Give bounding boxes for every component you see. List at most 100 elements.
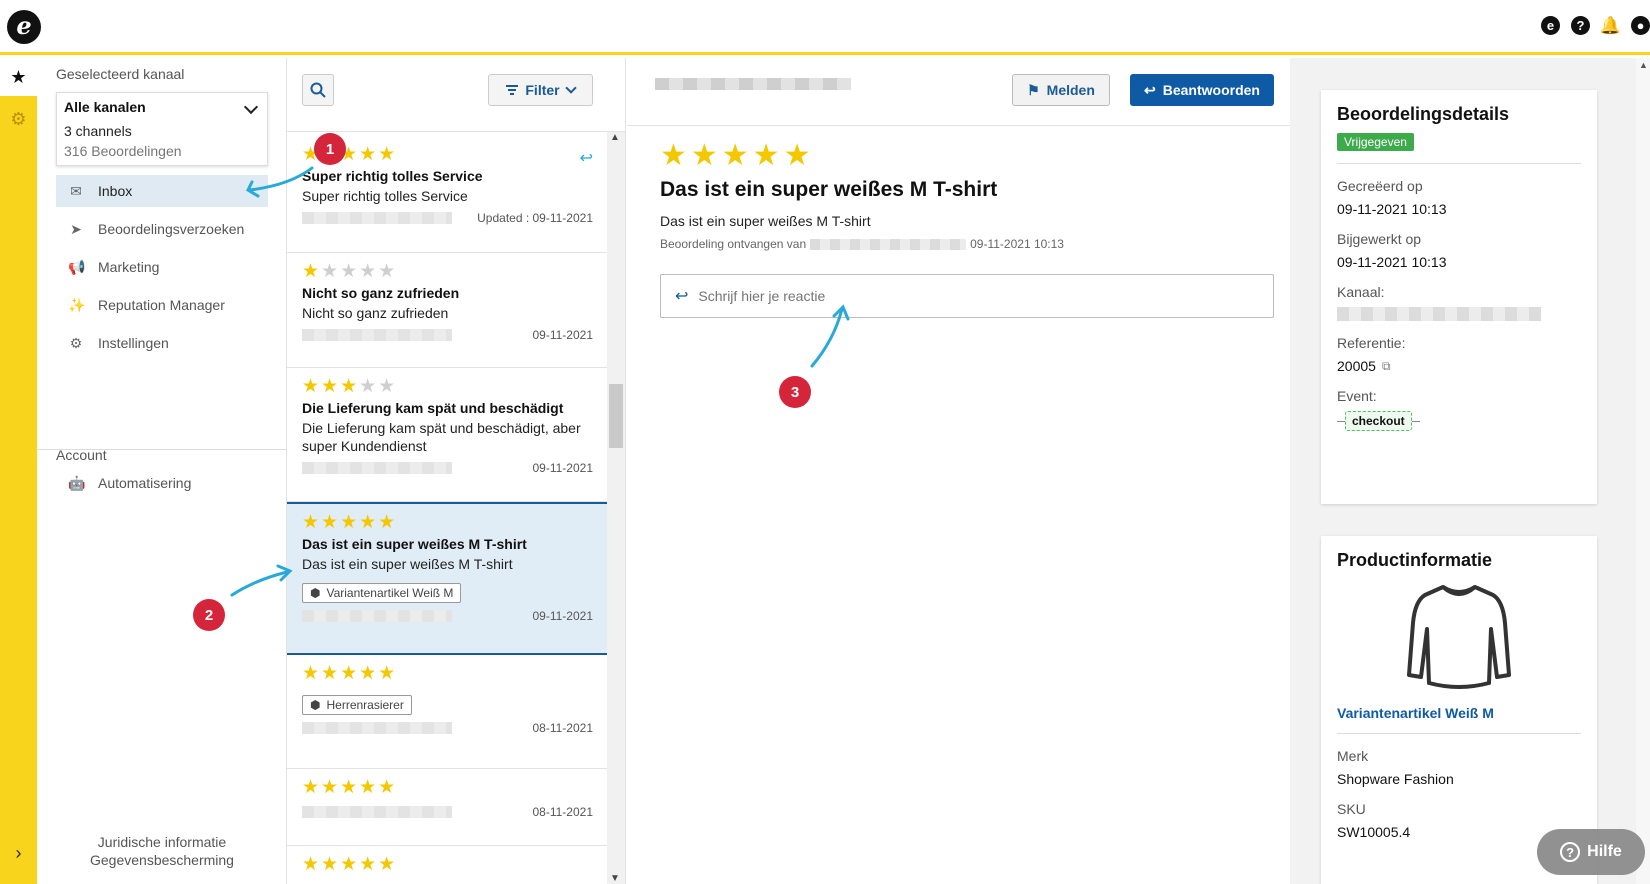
sidebar-item-marketing[interactable]: 📢 Marketing [56, 251, 268, 283]
send-icon: ➤ [70, 220, 82, 237]
etrusted-logo[interactable]: e [7, 10, 41, 44]
tag-label: Variantenartikel Weiß M [326, 586, 454, 600]
details-panel: Beoordelingsdetails Vrijgegeven Gecreëer… [1290, 58, 1650, 884]
star-rating: ★★★★★ [302, 512, 398, 533]
star-rating: ★★★★★ [302, 261, 398, 282]
review-card[interactable]: ★★★★★ [287, 846, 608, 884]
review-title: Das ist ein super weißes M T-shirt [302, 536, 527, 552]
reviewer-blurred [302, 462, 452, 474]
divider [1337, 733, 1581, 734]
card-title: Productinformatie [1337, 550, 1493, 570]
scroll-up-icon[interactable]: ▲ [1639, 60, 1648, 70]
review-card[interactable]: ★★★★★ ⬢ Herrenrasierer 08-11-2021 [287, 655, 608, 769]
gear-icon: ⚙ [69, 334, 83, 351]
flag-icon: ⚑ [1027, 81, 1040, 98]
brand-label: Merk [1337, 748, 1369, 764]
help-button[interactable]: ? Hilfe [1537, 829, 1645, 875]
review-title: Nicht so ganz zufrieden [302, 285, 460, 301]
review-date: 09-11-2021 [532, 461, 594, 475]
report-button[interactable]: ⚑ Melden [1012, 74, 1110, 106]
annotation-marker-3: 3 [779, 376, 811, 408]
filter-button[interactable]: Filter [488, 74, 593, 106]
reviewer-blurred [302, 722, 452, 734]
star-icon[interactable]: ★ [0, 58, 37, 96]
review-text: Die Lieferung kam spät und beschädigt, a… [302, 420, 581, 454]
review-card[interactable]: ★★★★★ Nicht so ganz zufrieden Nicht so g… [287, 253, 608, 368]
tag-label: Herrenrasierer [326, 698, 404, 712]
reference-label: Referentie: [1337, 335, 1406, 351]
reply-field[interactable]: ↩ [660, 274, 1274, 318]
sidebar-item-review-requests[interactable]: ➤ Beoordelingsverzoeken [56, 213, 268, 245]
report-label: Melden [1046, 82, 1095, 98]
scroll-down-icon[interactable]: ▼ [610, 873, 620, 884]
event-field: checkout [1337, 411, 1581, 431]
updated-label: Bijgewerkt op [1337, 231, 1422, 247]
review-card[interactable]: ★★★★★ 08-11-2021 [287, 769, 608, 846]
replied-icon: ↩ [579, 150, 593, 167]
event-chip: checkout [1345, 411, 1412, 431]
reply-button[interactable]: ↩ Beantwoorden [1130, 74, 1274, 106]
received-label: Beoordeling ontvangen van [660, 237, 807, 251]
scroll-up-icon[interactable]: ▲ [610, 132, 620, 143]
megaphone-icon: 📢 [68, 258, 86, 275]
received-date: 09-11-2021 10:13 [970, 237, 1064, 251]
event-label: Event: [1337, 388, 1377, 404]
created-value: 09-11-2021 10:13 [1337, 201, 1447, 217]
channel-title: Alle kanalen [64, 99, 146, 115]
channel-label: Kanaal: [1337, 284, 1385, 300]
product-link[interactable]: Variantenartikel Weiß M [1337, 705, 1581, 721]
channel-count: 316 Beoordelingen [64, 143, 182, 159]
review-date: 08-11-2021 [532, 721, 594, 735]
expand-chevron-icon[interactable]: › [0, 843, 37, 864]
sidebar-item-inbox[interactable]: ✉ Inbox [56, 175, 268, 207]
sidebar-item-automation[interactable]: 🤖 Automatisering [56, 467, 268, 499]
channel-selector[interactable]: Alle kanalen 3 channels 316 Beoordelinge… [56, 92, 268, 166]
channel-sub: 3 channels [64, 123, 132, 139]
reviewer-blurred [302, 610, 452, 622]
copy-icon[interactable]: ⧉ [1382, 359, 1391, 374]
reference-value: 20005 [1337, 358, 1376, 374]
footer-legal-link[interactable]: Juridische informatie [37, 834, 287, 851]
annotation-marker-2: 2 [193, 599, 225, 631]
list-scrollbar[interactable]: ▲ ▼ [607, 132, 625, 884]
app-rail: ★ ⚙ › [0, 58, 37, 884]
etrusted-icon[interactable]: e [1541, 16, 1560, 35]
bell-icon[interactable]: 🔔 [1600, 16, 1621, 35]
reply-label: Beantwoorden [1162, 82, 1260, 98]
shirt-icon [1337, 583, 1581, 691]
reference-field: 20005 ⧉ [1337, 358, 1581, 374]
reply-input[interactable] [698, 288, 1239, 304]
user-icon[interactable]: ● [1631, 16, 1650, 35]
reply-icon: ↩ [1144, 81, 1156, 98]
reviewer-blurred [302, 212, 452, 224]
footer-privacy-link[interactable]: Gegevensbescherming [37, 852, 287, 869]
star-rating: ★★★★★ [302, 663, 398, 684]
filter-icon [506, 85, 519, 95]
help-icon[interactable]: ? [1571, 16, 1590, 35]
review-title: Super richtig tolles Service [302, 168, 483, 184]
sidebar-item-settings[interactable]: ⚙ Instellingen [56, 327, 268, 359]
search-button[interactable] [302, 74, 334, 106]
updated-value: 09-11-2021 10:13 [1337, 254, 1447, 270]
sidebar-item-reputation-manager[interactable]: ✨ Reputation Manager [56, 289, 268, 321]
sidebar: Geselecteerd kanaal Alle kanalen 3 chann… [37, 58, 287, 884]
review-card[interactable]: ★★★★★ Die Lieferung kam spät und beschäd… [287, 368, 608, 502]
channel-blurred [1337, 307, 1541, 321]
gear-icon[interactable]: ⚙ [0, 100, 37, 138]
sidebar-item-label: Automatisering [98, 475, 192, 491]
reviewer-blurred [810, 238, 967, 250]
review-text: Nicht so ganz zufrieden [302, 305, 449, 321]
review-card-selected[interactable]: ★★★★★ Das ist ein super weißes M T-shirt… [287, 502, 608, 655]
filter-label: Filter [525, 82, 560, 98]
tag-icon: ⬢ [310, 586, 321, 600]
review-text: Super richtig tolles Service [302, 188, 468, 204]
panel-scrollbar[interactable]: ▲ [1636, 58, 1650, 884]
sidebar-item-label: Reputation Manager [98, 297, 225, 313]
scroll-thumb[interactable] [609, 384, 623, 448]
review-title: Das ist ein super weißes M T-shirt [660, 178, 998, 201]
sidebar-item-label: Inbox [98, 183, 133, 199]
received-info: Beoordeling ontvangen van 09-11-2021 10:… [660, 237, 1064, 251]
review-title: Die Lieferung kam spät und beschädigt [302, 400, 564, 416]
card-title: Beoordelingsdetails [1337, 104, 1510, 124]
chevron-down-icon [564, 82, 577, 94]
